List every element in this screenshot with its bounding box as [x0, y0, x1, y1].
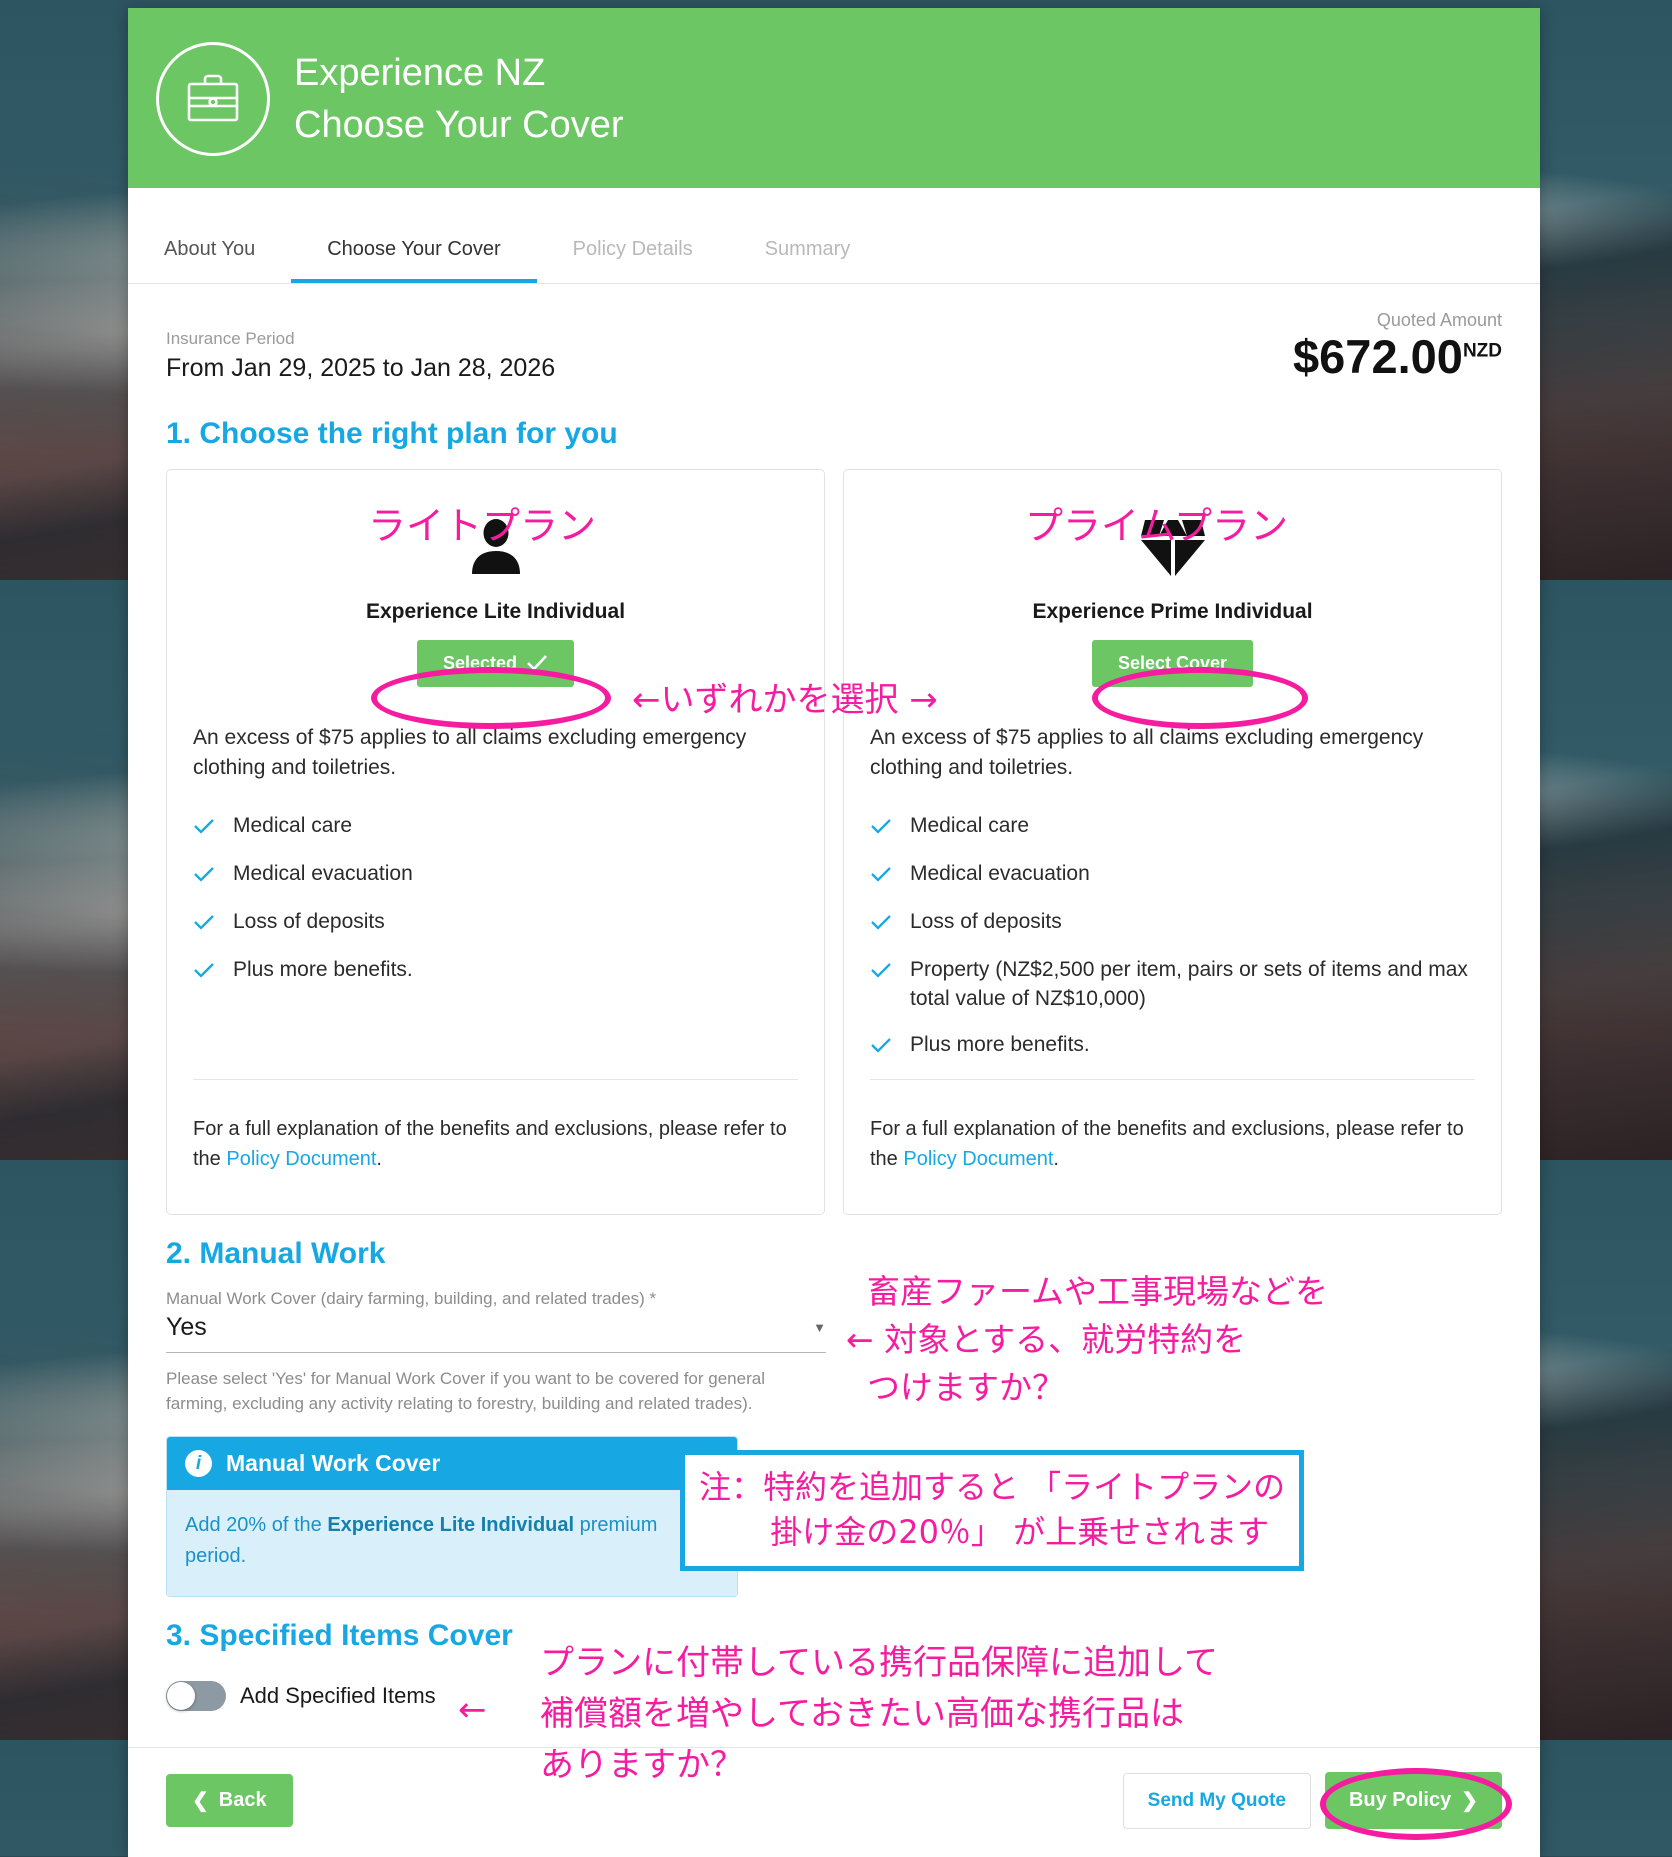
footer-actions: Send My Quote Buy Policy ❯ [1122, 1772, 1502, 1830]
buy-policy-button-label: Buy Policy [1348, 1789, 1452, 1812]
check-icon [193, 910, 215, 939]
manual-work-info-box: i Manual Work Cover Add 20% of the Exper… [166, 1436, 738, 1598]
check-icon [870, 862, 892, 891]
tab-choose-your-cover[interactable]: Choose Your Cover [291, 238, 537, 283]
plan-button-label-lite: Selected [442, 652, 518, 673]
tab-about-you[interactable]: About You [128, 238, 291, 283]
buy-policy-button[interactable]: Buy Policy ❯ [1324, 1772, 1502, 1830]
plan-name-prime: Experience Prime Individual [1032, 599, 1313, 623]
benefit-item: Medical care [193, 812, 798, 843]
benefit-item: Loss of deposits [193, 908, 798, 939]
insurance-period-value: From Jan 29, 2025 to Jan 28, 2026 [166, 353, 556, 382]
plan-footer-suffix: . [1053, 1148, 1059, 1171]
benefit-label: Medical care [233, 814, 353, 838]
diamond-icon [844, 514, 1501, 592]
insurance-period-label: Insurance Period [166, 328, 295, 348]
app-header: Experience NZ Choose Your Cover [128, 8, 1540, 188]
plan-footer-suffix: . [376, 1148, 382, 1171]
tab-policy-details[interactable]: Policy Details [537, 238, 729, 283]
quoted-amount: Quoted Amount $672.00NZD [1293, 310, 1502, 383]
benefit-label: Plus more benefits. [910, 1033, 1090, 1057]
plan-selected-button-lite[interactable]: Selected [416, 639, 575, 687]
plan-select-wrap-prime: Select Cover [844, 639, 1501, 687]
manual-work-select[interactable]: Yes ▼ [166, 1313, 826, 1354]
check-icon [870, 958, 892, 987]
page-title: Experience NZ Choose Your Cover [294, 47, 624, 152]
person-icon [167, 514, 824, 592]
quote-summary-row: Insurance Period From Jan 29, 2025 to Ja… [128, 284, 1540, 395]
plan-button-label-prime: Select Cover [1117, 652, 1228, 673]
manual-work-info-title: Manual Work Cover [226, 1450, 441, 1477]
benefit-item: Property (NZ$2,500 per item, pairs or se… [870, 956, 1475, 1014]
back-button-label: Back [218, 1789, 267, 1812]
benefit-label: Loss of deposits [910, 910, 1062, 934]
insurance-period: Insurance Period From Jan 29, 2025 to Ja… [166, 329, 555, 383]
check-icon [527, 655, 547, 672]
quoted-amount-label: Quoted Amount [1376, 310, 1502, 330]
quoted-amount-currency: NZD [1462, 340, 1502, 362]
benefit-label: Medical evacuation [910, 862, 1090, 886]
plan-cards: Experience Lite Individual Selected An e… [128, 468, 1540, 1216]
policy-document-link-prime[interactable]: Policy Document [903, 1148, 1053, 1170]
manual-work-info-body: Add 20% of the Experience Lite Individua… [167, 1490, 737, 1597]
plan-footer-lite: For a full explanation of the benefits a… [167, 1080, 824, 1214]
tab-summary[interactable]: Summary [729, 238, 887, 283]
manual-work-select-value: Yes [166, 1313, 207, 1342]
policy-document-link-lite[interactable]: Policy Document [226, 1148, 376, 1170]
benefit-label: Plus more benefits. [233, 958, 413, 982]
chevron-right-icon: ❯ [1461, 1790, 1478, 1813]
benefit-label: Loss of deposits [233, 910, 385, 934]
plan-excess-lite: An excess of $75 applies to all claims e… [193, 725, 747, 779]
benefit-item: Plus more benefits. [870, 1031, 1475, 1062]
check-icon [870, 1033, 892, 1062]
manual-work-field-label: Manual Work Cover (dairy farming, buildi… [166, 1289, 657, 1309]
benefit-label: Property (NZ$2,500 per item, pairs or se… [910, 958, 1468, 1011]
info-body-plan-name: Experience Lite Individual [327, 1514, 575, 1537]
chevron-down-icon: ▼ [813, 1320, 826, 1336]
plan-excess-prime: An excess of $75 applies to all claims e… [870, 725, 1424, 779]
quoted-amount-number: $672.00 [1293, 330, 1463, 383]
section-1-title: 1. Choose the right plan for you [166, 416, 618, 450]
quote-app-card: Experience NZ Choose Your Cover About Yo… [128, 8, 1540, 1857]
manual-work-info-header: i Manual Work Cover [167, 1437, 737, 1491]
specified-items-row: Add Specified Items [128, 1671, 1540, 1712]
page-step-title: Choose Your Cover [294, 104, 624, 146]
check-icon [193, 862, 215, 891]
plan-select-wrap-lite: Selected [167, 639, 824, 687]
back-button[interactable]: ❮ Back [166, 1774, 293, 1828]
plan-card-lite[interactable]: Experience Lite Individual Selected An e… [166, 468, 825, 1216]
chevron-left-icon: ❮ [192, 1790, 209, 1813]
add-specified-items-toggle[interactable] [166, 1681, 226, 1712]
wizard-footer: ❮ Back Send My Quote Buy Policy ❯ [128, 1748, 1540, 1857]
wizard-tabs: About You Choose Your Cover Policy Detai… [128, 188, 1540, 284]
section-3-title: 3. Specified Items Cover [166, 1619, 513, 1653]
add-specified-items-label: Add Specified Items [240, 1683, 436, 1709]
plan-benefits-lite: Medical care Medical evacuation Loss of … [167, 782, 824, 1004]
app-name: Experience NZ [294, 51, 546, 94]
benefit-item: Medical evacuation [870, 860, 1475, 891]
toggle-knob [167, 1682, 195, 1711]
check-icon [193, 958, 215, 987]
check-icon [193, 814, 215, 843]
info-body-part1: Add 20% of the [185, 1514, 328, 1537]
plan-name-lite: Experience Lite Individual [365, 599, 626, 623]
info-icon: i [185, 1450, 212, 1478]
plan-card-prime[interactable]: Experience Prime Individual Select Cover… [843, 468, 1502, 1216]
plan-benefits-prime: Medical care Medical evacuation Loss of … [844, 782, 1501, 1079]
quoted-amount-value: $672.00NZD [1293, 331, 1502, 383]
check-icon [870, 814, 892, 843]
benefit-item: Medical evacuation [193, 860, 798, 891]
section-2-title: 2. Manual Work [166, 1237, 386, 1271]
plan-select-cover-button-prime[interactable]: Select Cover [1091, 639, 1254, 687]
benefit-item: Medical care [870, 812, 1475, 843]
benefit-label: Medical evacuation [233, 862, 413, 886]
send-my-quote-button[interactable]: Send My Quote [1122, 1772, 1311, 1829]
benefit-label: Medical care [910, 814, 1030, 838]
benefit-item: Plus more benefits. [193, 956, 798, 987]
manual-work-hint: Please select 'Yes' for Manual Work Cove… [166, 1369, 765, 1413]
briefcase-icon [156, 42, 270, 156]
plan-footer-prime: For a full explanation of the benefits a… [844, 1080, 1501, 1214]
check-icon [870, 910, 892, 939]
benefit-item: Loss of deposits [870, 908, 1475, 939]
